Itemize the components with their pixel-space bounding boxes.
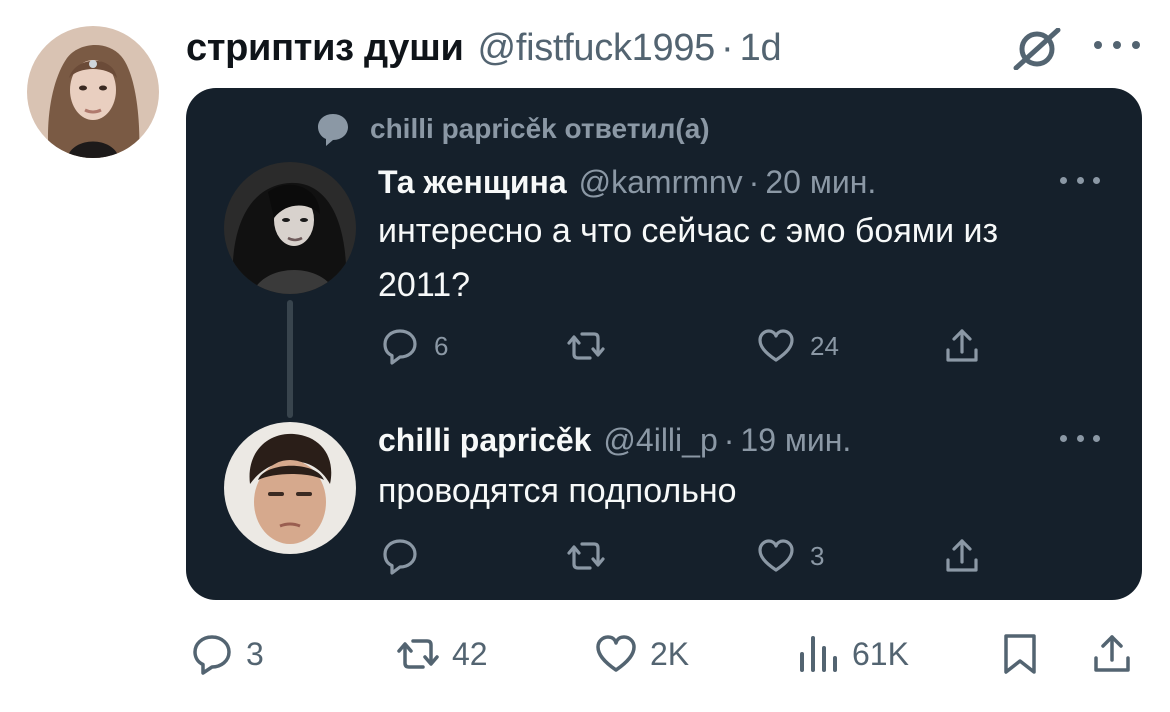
reply-bubble-icon	[318, 114, 348, 146]
reply-count: 3	[246, 635, 264, 672]
author-display-name[interactable]: стриптиз души	[186, 27, 464, 70]
tweet-timestamp[interactable]: 1d	[740, 27, 782, 70]
share-button[interactable]	[1090, 632, 1134, 676]
like-count: 2K	[650, 635, 690, 672]
heart-icon	[758, 329, 794, 362]
separator-dot: ·	[721, 26, 734, 69]
parent-display-name: Та женщина	[378, 164, 567, 200]
retweet-icon	[397, 639, 439, 669]
reply-avatar[interactable]	[224, 422, 356, 554]
views-button[interactable]: 61K	[796, 632, 909, 676]
share-icon	[946, 329, 978, 362]
heart-icon	[596, 635, 636, 672]
replied-indicator: chilli papricěk ответил(а)	[314, 110, 710, 148]
reply-retweet-action	[566, 536, 620, 576]
reply-count: 6	[434, 330, 449, 361]
views-count: 61K	[852, 635, 909, 672]
like-button[interactable]: 2K	[594, 632, 689, 676]
retweet-icon	[567, 542, 605, 570]
more-options-icon	[1060, 430, 1100, 446]
reply-handle: @4illi_p	[603, 422, 718, 458]
more-options-icon	[1060, 172, 1100, 188]
thread-connector	[287, 300, 293, 418]
share-icon	[946, 539, 978, 572]
parent-handle: @kamrmnv	[578, 164, 743, 200]
retweet-button[interactable]: 42	[396, 632, 488, 676]
reply-reply-action	[380, 536, 434, 576]
reply-share-action	[942, 536, 982, 576]
more-dot	[1132, 41, 1140, 49]
parent-avatar[interactable]	[224, 162, 356, 294]
bookmark-icon	[1004, 634, 1036, 674]
replied-label: chilli papricěk ответил(а)	[370, 113, 710, 144]
reply-tweet-text: проводятся подпольно	[378, 472, 737, 510]
retweet-icon	[567, 332, 605, 360]
retweet-count: 42	[452, 635, 488, 672]
quoted-image[interactable]: chilli papricěk ответил(а) Та женщина @k…	[186, 88, 1142, 600]
more-dot	[1094, 41, 1102, 49]
like-count: 24	[810, 330, 839, 361]
separator-dot: ·	[723, 422, 735, 458]
parent-tweet-text: интересно а что сейчас с эмо боями из 20…	[378, 212, 999, 304]
parent-share-action	[942, 326, 982, 366]
parent-like-action: 24	[756, 326, 839, 366]
reply-like-action: 3	[756, 536, 824, 576]
heart-icon	[758, 539, 794, 572]
reply-bubble-icon	[193, 635, 231, 675]
like-count: 3	[810, 540, 825, 571]
author-handle[interactable]: @fistfuck1995	[478, 27, 716, 70]
more-dot	[1113, 41, 1121, 49]
parent-tweet-header: Та женщина @kamrmnv · 20 мин.	[378, 164, 876, 201]
bookmark-button[interactable]	[998, 632, 1042, 676]
reply-tweet-header: chilli papricěk @4illi_p · 19 мин.	[378, 422, 851, 459]
parent-timestamp: 20 мин.	[765, 164, 877, 200]
separator-dot: ·	[748, 164, 760, 200]
reply-display-name: chilli papricěk	[378, 422, 592, 458]
parent-retweet-action	[566, 326, 620, 366]
reply-bubble-icon	[383, 329, 417, 365]
tweet-header: стриптиз души @fistfuck1995 · 1d	[186, 24, 782, 72]
views-bars-icon	[800, 636, 837, 672]
author-avatar[interactable]	[27, 26, 159, 158]
reply-bubble-icon	[383, 539, 417, 575]
reply-timestamp: 19 мин.	[740, 422, 852, 458]
share-icon	[1094, 635, 1130, 672]
slashed-circle-icon[interactable]	[1012, 27, 1062, 71]
reply-button[interactable]: 3	[190, 632, 264, 676]
more-options-icon[interactable]	[1094, 28, 1140, 62]
parent-reply-action: 6	[380, 326, 448, 366]
